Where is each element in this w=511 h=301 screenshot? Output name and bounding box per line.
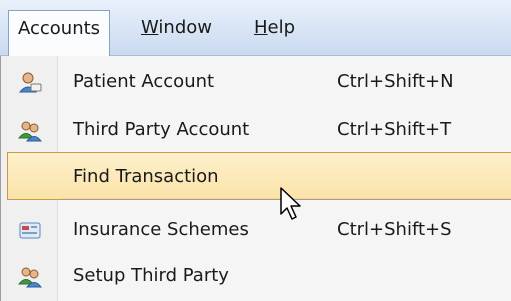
menu-window-mnemonic: W bbox=[141, 17, 159, 38]
menu-item-shortcut: Ctrl+Shift+T bbox=[337, 119, 452, 140]
menu-accounts[interactable]: Accounts bbox=[8, 10, 111, 56]
menu-help[interactable]: Help bbox=[245, 10, 304, 46]
menu-item-label: Find Transaction bbox=[73, 166, 219, 187]
menu-item-shortcut: Ctrl+Shift+N bbox=[337, 71, 454, 92]
menu-item-label: Setup Third Party bbox=[73, 265, 229, 286]
menu-item-third-party-account[interactable]: Third Party Account Ctrl+Shift+T bbox=[1, 106, 511, 154]
menu-item-label: Insurance Schemes bbox=[73, 219, 249, 240]
accounts-dropdown-menu: Patient Account Ctrl+Shift+N Third Party… bbox=[0, 56, 511, 301]
menu-item-find-transaction[interactable]: Find Transaction bbox=[7, 152, 511, 200]
menu-window-label-rest: indow bbox=[158, 17, 212, 38]
card-icon bbox=[19, 222, 41, 239]
menu-item-insurance-schemes[interactable]: Insurance Schemes Ctrl+Shift+S bbox=[1, 206, 511, 254]
menu-item-label: Patient Account bbox=[73, 71, 215, 92]
menu-item-patient-account[interactable]: Patient Account Ctrl+Shift+N bbox=[1, 58, 511, 106]
menu-item-setup-third-party[interactable]: Setup Third Party bbox=[1, 252, 511, 300]
menu-bar: Accounts Window Help bbox=[0, 0, 511, 56]
menu-help-label-rest: elp bbox=[267, 17, 296, 38]
menu-item-shortcut: Ctrl+Shift+S bbox=[337, 219, 452, 240]
menu-item-label: Third Party Account bbox=[73, 119, 250, 140]
people-icon bbox=[18, 121, 42, 142]
patient-icon bbox=[18, 72, 42, 93]
menu-window[interactable]: Window bbox=[132, 10, 221, 46]
people-icon bbox=[18, 267, 42, 288]
mouse-pointer-icon bbox=[280, 187, 301, 220]
menu-help-mnemonic: H bbox=[254, 17, 268, 38]
menu-accounts-label: Accounts bbox=[18, 18, 101, 39]
